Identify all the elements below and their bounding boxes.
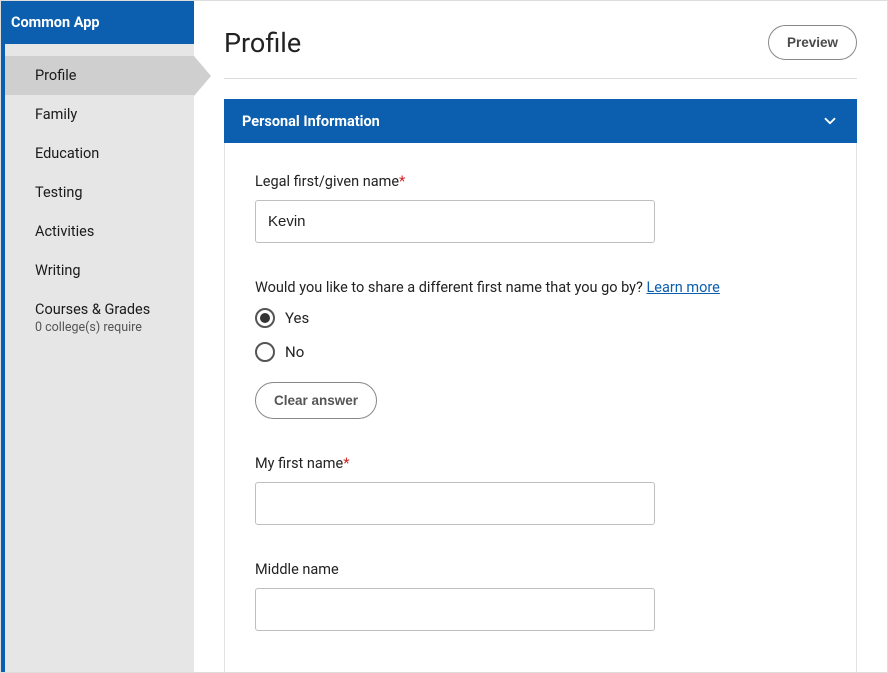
main-content: Profile Preview Personal Information Leg… <box>194 1 887 672</box>
sidebar-item-label: Writing <box>35 262 81 279</box>
sidebar-item-family[interactable]: Family <box>5 95 194 134</box>
legal-first-name-input[interactable] <box>255 200 655 243</box>
page-header: Profile Preview <box>224 25 857 79</box>
sidebar-item-label: Education <box>35 145 99 162</box>
radio-option-no[interactable]: No <box>255 342 826 362</box>
my-first-name-input[interactable] <box>255 482 655 525</box>
sidebar-item-sublabel: 0 college(s) require <box>35 320 180 335</box>
field-label: Legal first/given name* <box>255 173 826 190</box>
sidebar-item-label: Testing <box>35 184 83 201</box>
sidebar-item-education[interactable]: Education <box>5 134 194 173</box>
preview-button[interactable]: Preview <box>768 25 857 60</box>
clear-answer-button[interactable]: Clear answer <box>255 382 377 419</box>
sidebar-item-label: Profile <box>35 67 76 84</box>
field-my-first-name: My first name* <box>255 455 826 525</box>
sidebar-item-writing[interactable]: Writing <box>5 251 194 290</box>
field-legal-first-name: Legal first/given name* <box>255 173 826 243</box>
sidebar-item-label: Courses & Grades <box>35 301 150 318</box>
sidebar-item-courses-grades[interactable]: Courses & Grades 0 college(s) require <box>5 290 194 346</box>
field-different-name: Would you like to share a different firs… <box>255 279 826 419</box>
radio-label: No <box>285 343 304 361</box>
sidebar-item-profile[interactable]: Profile <box>5 56 194 95</box>
sidebar-nav: Profile Family Education Testing Activit… <box>5 44 194 346</box>
question-text: Would you like to share a different firs… <box>255 279 826 296</box>
radio-group-different-name: Yes No <box>255 308 826 362</box>
section-title: Personal Information <box>242 113 380 130</box>
section-body: Legal first/given name* Would you like t… <box>224 143 857 672</box>
required-asterisk: * <box>343 455 349 472</box>
sidebar-item-activities[interactable]: Activities <box>5 212 194 251</box>
radio-icon <box>255 308 275 328</box>
label-text: Legal first/given name <box>255 173 399 190</box>
sidebar: Common App Profile Family Education Test… <box>1 1 194 672</box>
radio-icon <box>255 342 275 362</box>
sidebar-item-label: Family <box>35 106 77 123</box>
sidebar-item-testing[interactable]: Testing <box>5 173 194 212</box>
label-text: My first name <box>255 455 343 472</box>
label-text: Middle name <box>255 561 339 578</box>
learn-more-link[interactable]: Learn more <box>647 279 720 296</box>
middle-name-input[interactable] <box>255 588 655 631</box>
page-title: Profile <box>224 27 301 59</box>
chevron-down-icon <box>821 112 839 130</box>
question-label: Would you like to share a different firs… <box>255 279 647 296</box>
field-label: My first name* <box>255 455 826 472</box>
field-label: Middle name <box>255 561 826 578</box>
field-middle-name: Middle name <box>255 561 826 631</box>
app-frame: Common App Profile Family Education Test… <box>0 0 888 673</box>
radio-option-yes[interactable]: Yes <box>255 308 826 328</box>
section-header-personal-information[interactable]: Personal Information <box>224 99 857 143</box>
radio-label: Yes <box>285 309 309 327</box>
required-asterisk: * <box>399 173 405 190</box>
sidebar-item-label: Activities <box>35 223 94 240</box>
sidebar-header: Common App <box>1 1 194 44</box>
